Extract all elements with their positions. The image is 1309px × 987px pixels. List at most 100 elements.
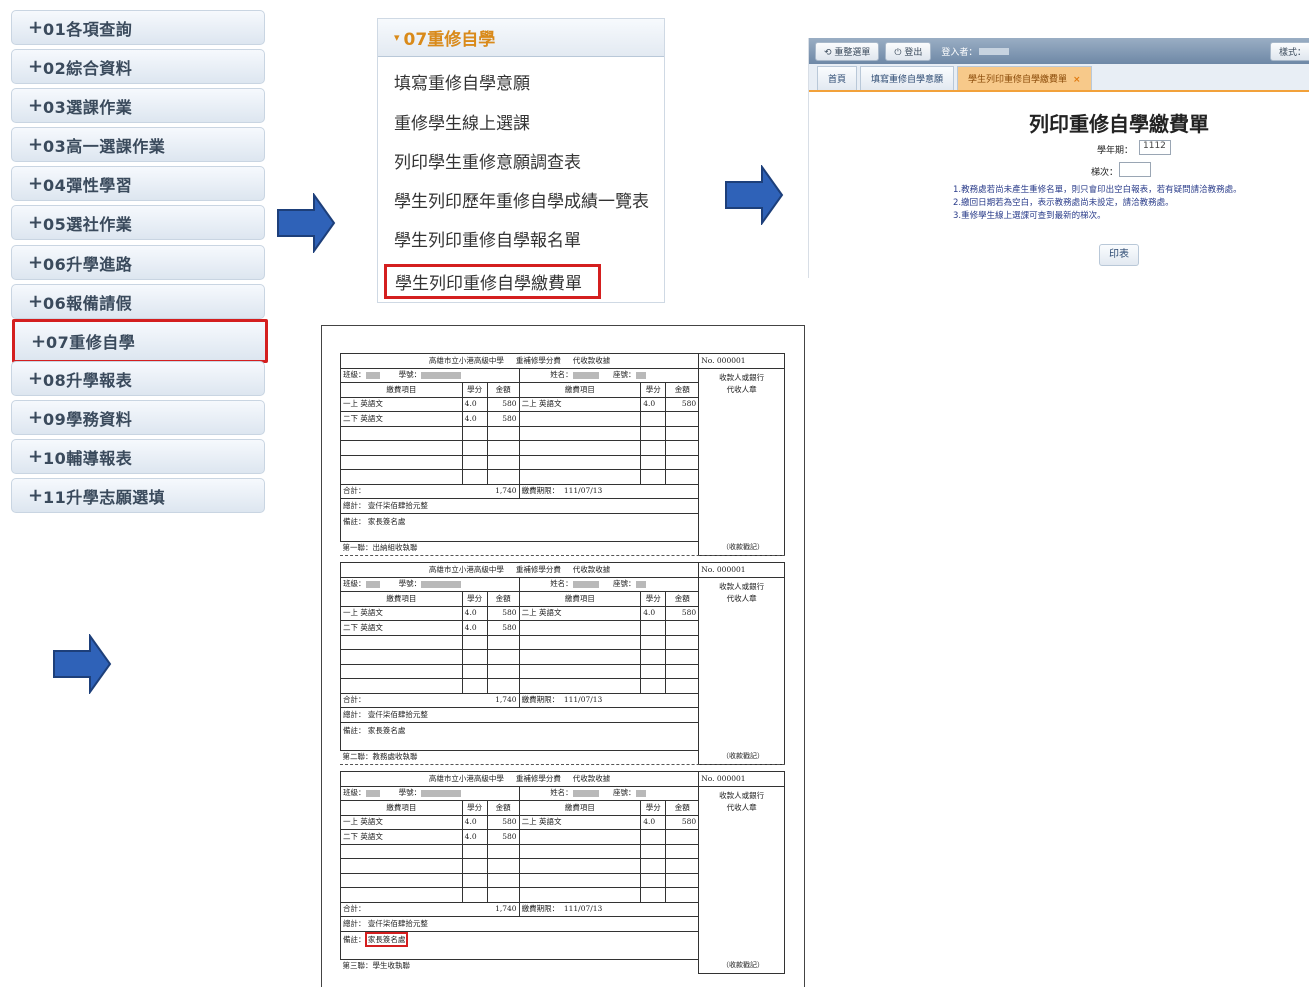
submenu-item-6[interactable]: 學生列印重修自學繳費單: [384, 264, 601, 299]
receipt-copy-3: 高雄市立小港高級中學 重補修學分費 代收款收據 No. 000001 班級： 學號：…: [339, 771, 785, 974]
credit: 4.0: [464, 399, 477, 409]
submenu-item-3[interactable]: 列印學生重修意願調查表: [394, 148, 581, 173]
arrow-right-icon: [277, 193, 336, 253]
submenu-item-2[interactable]: 重修學生線上選課: [394, 109, 530, 134]
tab-print-fee-slip[interactable]: 學生列印重修自學繳費單 ×: [957, 66, 1092, 90]
col-amount: 金額: [495, 802, 511, 812]
tab-fill-retake-intention[interactable]: 填寫重修自學意願: [860, 66, 955, 90]
receipt-stamp-label: （收款戳記）: [722, 752, 764, 760]
remark-label: 備註：: [343, 516, 366, 526]
tab-bar: 首頁 填寫重修自學意願 學生列印重修自學繳費單 ×: [809, 64, 1309, 92]
school-name: 高雄市立小港高級中學: [428, 564, 504, 574]
plus-icon: +: [28, 56, 44, 77]
top-toolbar: ⟲ 重整選單 ⏻ 登出 登入者： 樣式：: [809, 38, 1309, 64]
close-icon[interactable]: ×: [1073, 75, 1081, 85]
col-item: 繳費項目: [386, 384, 417, 394]
remark-label: 備註：: [343, 934, 366, 944]
menu-item-7[interactable]: +06升學進路: [11, 245, 265, 280]
col-amount: 金額: [674, 593, 690, 603]
plus-icon: +: [28, 368, 44, 389]
reselect-menu-button[interactable]: ⟲ 重整選單: [815, 41, 880, 61]
item: 二上 英語文: [521, 399, 562, 409]
col-item: 繳費項目: [564, 802, 595, 812]
menu-item-9[interactable]: +07重修自學: [12, 319, 268, 363]
logout-button[interactable]: ⏻ 登出: [885, 41, 932, 61]
menu-item-label: 04彈性學習: [43, 175, 133, 195]
menu-item-10[interactable]: +08升學報表: [11, 361, 265, 396]
remark-value: 家長簽名處: [364, 932, 409, 947]
copy-label: 第一聯：出納組收執聯: [342, 543, 418, 553]
fee-title: 重補修學分費: [515, 564, 561, 574]
login-user-label: 登入者：: [941, 47, 978, 58]
amount: 580: [502, 608, 517, 618]
amount: 580: [681, 399, 697, 409]
total-words: 壹仟柒佰肆拾元整: [367, 709, 428, 719]
total-words: 壹仟柒佰肆拾元整: [367, 918, 428, 928]
amount: 580: [681, 817, 697, 827]
total-words: 壹仟柒佰肆拾元整: [367, 500, 428, 510]
menu-item-label: 09學務資料: [43, 409, 133, 429]
deadline-value: 111/07/13: [563, 486, 603, 496]
student-id-label: 學號：: [398, 579, 422, 589]
arrow-right-icon: [53, 634, 112, 694]
item: 二上 英語文: [521, 608, 562, 618]
col-credit: 學分: [645, 384, 661, 394]
total-label: 總計：: [343, 500, 366, 510]
amount: 580: [502, 817, 517, 827]
class-label: 班級：: [343, 370, 366, 380]
student-id-label: 學號：: [398, 788, 422, 798]
deadline-label: 繳費期限：: [521, 486, 560, 496]
submenu-item-4[interactable]: 學生列印歷年重修自學成績一覽表: [394, 187, 649, 212]
item: 二下 英語文: [343, 831, 383, 841]
item: 二下 英語文: [343, 413, 383, 423]
menu-item-11[interactable]: +09學務資料: [11, 400, 265, 435]
credit: 4.0: [464, 622, 477, 632]
col-amount: 金額: [495, 593, 511, 603]
submenu-item-5[interactable]: 學生列印重修自學報名單: [394, 226, 581, 251]
submenu-header[interactable]: ▾ 07重修自學: [378, 19, 664, 57]
credit: 4.0: [643, 817, 656, 827]
menu-item-3[interactable]: +03選課作業: [11, 88, 265, 123]
menu-item-8[interactable]: +06報備請假: [11, 284, 265, 319]
plus-icon: +: [28, 446, 44, 467]
col-credit: 學分: [467, 384, 483, 394]
submenu-item-1[interactable]: 填寫重修自學意願: [394, 69, 530, 94]
menu-item-6[interactable]: +05選社作業: [11, 205, 265, 240]
menu-item-1[interactable]: +01各項查詢: [11, 10, 265, 45]
bank-line-1: 收款人或銀行: [719, 372, 765, 382]
print-fee-form-window: ⟲ 重整選單 ⏻ 登出 登入者： 樣式： 首頁 填寫重修自學意願 學生列印重修自…: [808, 38, 1309, 278]
seat-redacted: [635, 580, 646, 588]
remark-label: 備註：: [343, 725, 366, 735]
amount: 580: [502, 831, 517, 841]
menu-item-5[interactable]: +04彈性學習: [11, 166, 265, 201]
item: 二上 英語文: [521, 817, 562, 827]
total-label: 總計：: [343, 918, 366, 928]
name-label: 姓名：: [550, 579, 573, 589]
bank-line-1: 收款人或銀行: [719, 790, 765, 800]
col-item: 繳費項目: [386, 802, 417, 812]
menu-item-label: 05選社作業: [43, 214, 133, 234]
col-credit: 學分: [467, 593, 483, 603]
item: 一上 英語文: [343, 817, 383, 827]
plus-icon: +: [28, 252, 44, 273]
class-label: 班級：: [343, 579, 366, 589]
subtotal-value: 1,740: [495, 695, 517, 705]
menu-item-2[interactable]: +02綜合資料: [11, 49, 265, 84]
style-selector[interactable]: 樣式：: [1269, 41, 1309, 61]
school-name: 高雄市立小港高級中學: [428, 773, 504, 783]
deadline-value: 111/07/13: [563, 904, 603, 914]
menu-item-12[interactable]: +10輔導報表: [11, 439, 265, 474]
semester-input[interactable]: 1112: [1139, 140, 1171, 155]
menu-item-4[interactable]: +03高一選課作業: [11, 127, 265, 162]
item: 一上 英語文: [343, 399, 383, 409]
cut-line: [340, 555, 785, 556]
student-id-redacted: [421, 371, 462, 379]
print-button[interactable]: 印表: [1099, 244, 1139, 266]
round-input[interactable]: [1119, 162, 1151, 177]
tab-print-fee-slip-label: 學生列印重修自學繳費單: [968, 75, 1068, 85]
tab-home[interactable]: 首頁: [817, 66, 858, 90]
subtotal-label: 合計：: [343, 904, 366, 914]
menu-item-13[interactable]: +11升學志願選填: [11, 478, 265, 513]
menu-item-label: 03高一選課作業: [43, 136, 166, 156]
deadline-value: 111/07/13: [563, 695, 603, 705]
